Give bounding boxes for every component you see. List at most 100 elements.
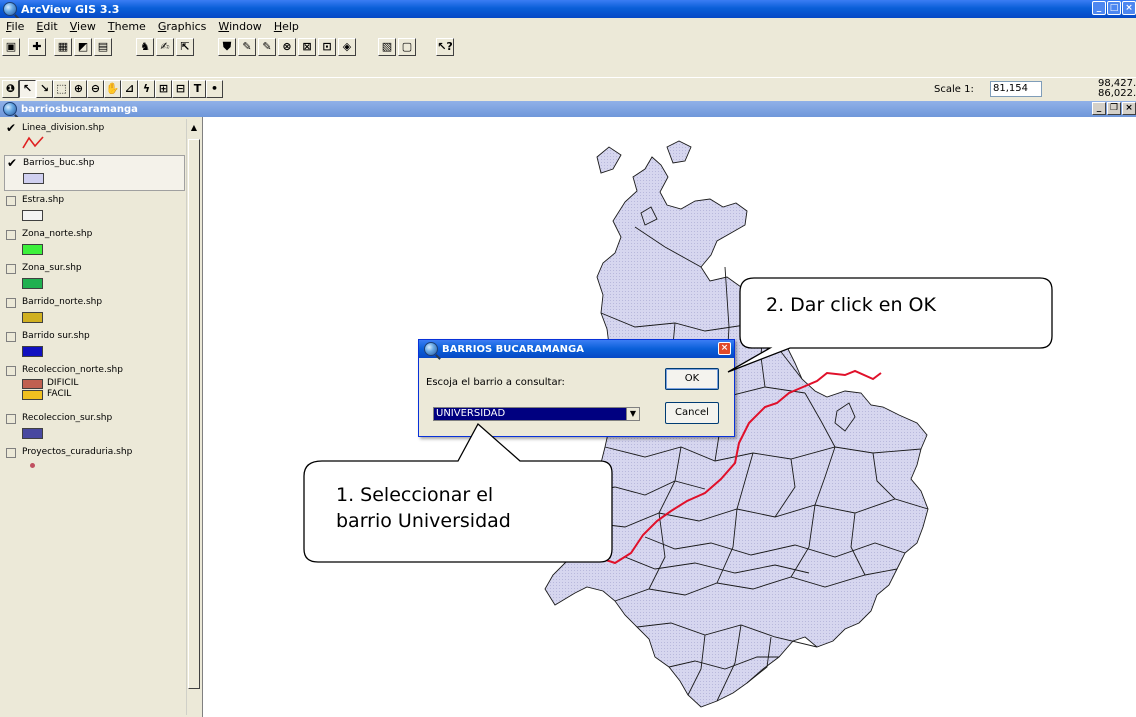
menu-bar: File Edit View Theme Graphics Window Hel…	[0, 18, 1136, 35]
open-theme-table-icon[interactable]: ▤	[94, 38, 112, 56]
menu-view[interactable]: View	[70, 20, 96, 33]
layer-fill-swatch	[22, 278, 43, 289]
legend-layer[interactable]: Zona_norte.shp	[4, 227, 185, 259]
measure-tool-icon[interactable]: ⊿	[121, 80, 138, 98]
layer-name: Barrido_norte.shp	[22, 297, 103, 307]
legend-layer[interactable]: Barrido_norte.shp	[4, 295, 185, 327]
draw-point-tool-icon[interactable]: •	[206, 80, 223, 98]
layer-name: Recoleccion_norte.shp	[22, 365, 123, 375]
app-title-bar: ArcView GIS 3.3 _ □ ×	[0, 0, 1136, 18]
layer-visibility-checkbox[interactable]	[6, 414, 16, 424]
layer-fill-swatch	[22, 210, 43, 221]
scroll-up-icon[interactable]: ▲	[187, 121, 201, 135]
cancel-button[interactable]: Cancel	[665, 402, 719, 424]
pan-tool-icon[interactable]: ✋	[104, 80, 121, 98]
label-tool-icon[interactable]: ⊟	[172, 80, 189, 98]
scale-input[interactable]: 81,154	[990, 81, 1042, 97]
button-bar: ▣ ✚ ▦ ◩ ▤ ♞ ✍ ⇱ ⛊ ✎ ✎ ⊗ ⊠ ⊡ ◈ ▧ ▢ ↖?	[0, 35, 1136, 77]
scale-label: Scale 1:	[934, 84, 974, 95]
chevron-down-icon[interactable]: ▼	[626, 408, 639, 420]
window-controls: _ □ ×	[1092, 1, 1136, 15]
view-title-bar: barriosbucaramanga _ ❐ ×	[0, 101, 1136, 117]
zoom-full-extent-icon[interactable]: ⛊	[218, 38, 236, 56]
scroll-thumb[interactable]	[188, 139, 200, 689]
layer-name: Zona_norte.shp	[22, 229, 93, 239]
menu-theme[interactable]: Theme	[108, 20, 146, 33]
clear-selected-icon[interactable]: ▧	[378, 38, 396, 56]
view-restore-button[interactable]: ❐	[1107, 102, 1121, 115]
locate-address-icon[interactable]: ✍	[156, 38, 174, 56]
zoom-in-fixed-icon[interactable]: ⊗	[278, 38, 296, 56]
layer-name: Linea_division.shp	[22, 123, 105, 133]
layer-name: Estra.shp	[22, 195, 65, 205]
edit-legend-icon[interactable]: ◩	[74, 38, 92, 56]
view-close-button[interactable]: ×	[1122, 102, 1136, 115]
layer-name: Barrido sur.shp	[22, 331, 90, 341]
menu-graphics[interactable]: Graphics	[158, 20, 207, 33]
menu-edit[interactable]: Edit	[36, 20, 57, 33]
zoom-out-fixed-icon[interactable]: ⊠	[298, 38, 316, 56]
view-title: barriosbucaramanga	[21, 103, 138, 115]
legend-layer[interactable]: Recoleccion_sur.shp	[4, 411, 185, 443]
dialog-title: BARRIOS BUCARAMANGA	[442, 343, 584, 355]
callout-step2-text: 2. Dar click en OK	[766, 294, 936, 316]
layer-visibility-checkbox[interactable]	[6, 264, 16, 274]
show-table-icon[interactable]: ▢	[398, 38, 416, 56]
save-project-icon[interactable]: ▣	[2, 38, 20, 56]
zoom-active-themes-icon[interactable]: ✎	[238, 38, 256, 56]
layer-visibility-checkbox[interactable]	[6, 298, 16, 308]
text-tool-icon[interactable]: T	[189, 80, 206, 98]
ok-button[interactable]: OK	[665, 368, 719, 390]
identify-tool-icon[interactable]: ❶	[2, 80, 19, 98]
layer-visibility-checkbox[interactable]	[6, 230, 16, 240]
layer-visibility-checkbox[interactable]	[6, 366, 16, 376]
zoom-out-tool-icon[interactable]: ⊖	[87, 80, 104, 98]
menu-file[interactable]: File	[6, 20, 24, 33]
vertex-edit-tool-icon[interactable]: ↘	[36, 80, 53, 98]
find-icon[interactable]: ♞	[136, 38, 154, 56]
legend-scrollbar[interactable]: ▲	[186, 119, 200, 715]
select-feature-tool-icon[interactable]: ⬚	[53, 80, 70, 98]
zoom-selected-icon[interactable]: ✎	[258, 38, 276, 56]
callout-step1-line2: barrio Universidad	[336, 510, 511, 532]
legend-layer[interactable]: ✔ Barrios_buc.shp	[4, 155, 185, 191]
layer-visibility-checkbox[interactable]	[6, 196, 16, 206]
view-window-controls: _ ❐ ×	[1092, 102, 1136, 115]
add-theme-icon[interactable]: ✚	[28, 38, 46, 56]
help-pointer-icon[interactable]: ↖?	[436, 38, 454, 56]
maximize-button[interactable]: □	[1107, 1, 1121, 15]
zoom-in-tool-icon[interactable]: ⊕	[70, 80, 87, 98]
theme-properties-icon[interactable]: ▦	[54, 38, 72, 56]
legend-layer[interactable]: Barrido sur.shp	[4, 329, 185, 361]
callout-step1-text: 1. Seleccionar el barrio Universidad	[336, 482, 511, 534]
menu-help[interactable]: Help	[274, 20, 299, 33]
layer-name: Zona_sur.shp	[22, 263, 82, 273]
layer-visibility-checkbox[interactable]: ✔	[7, 157, 17, 169]
legend-layer[interactable]: Zona_sur.shp	[4, 261, 185, 293]
layer-visibility-checkbox[interactable]: ✔	[6, 122, 16, 134]
select-by-theme-icon[interactable]: ◈	[338, 38, 356, 56]
view-minimize-button[interactable]: _	[1092, 102, 1106, 115]
hot-link-tool-icon[interactable]: ϟ	[138, 80, 155, 98]
barrio-north-island-b	[666, 140, 692, 164]
legend-layer[interactable]: Proyectos_curaduria.shp	[4, 445, 185, 477]
query-builder-icon[interactable]: ⇱	[176, 38, 194, 56]
zoom-previous-icon[interactable]: ⊡	[318, 38, 336, 56]
layer-fill-swatch	[22, 244, 43, 255]
legend-layer[interactable]: Recoleccion_norte.shp DIFICIL FACIL	[4, 363, 185, 409]
pointer-tool-icon[interactable]: ↖	[19, 80, 36, 98]
dialog-close-button[interactable]: ×	[718, 342, 731, 355]
menu-window[interactable]: Window	[218, 20, 261, 33]
area-of-interest-tool-icon[interactable]: ⊞	[155, 80, 172, 98]
barrio-select[interactable]: UNIVERSIDAD ▼	[433, 407, 640, 421]
close-button[interactable]: ×	[1122, 1, 1136, 15]
layer-name: Barrios_buc.shp	[23, 158, 95, 168]
minimize-button[interactable]: _	[1092, 1, 1106, 15]
layer-visibility-checkbox[interactable]	[6, 332, 16, 342]
layer-visibility-checkbox[interactable]	[6, 448, 16, 458]
callout-step1-line1: 1. Seleccionar el	[336, 484, 494, 506]
coord-y: 86,022.10	[1098, 88, 1136, 99]
legend-layer[interactable]: ✔ Linea_division.shp	[4, 121, 185, 153]
legend-layer[interactable]: Estra.shp	[4, 193, 185, 225]
layer-fill-swatch	[22, 346, 43, 357]
